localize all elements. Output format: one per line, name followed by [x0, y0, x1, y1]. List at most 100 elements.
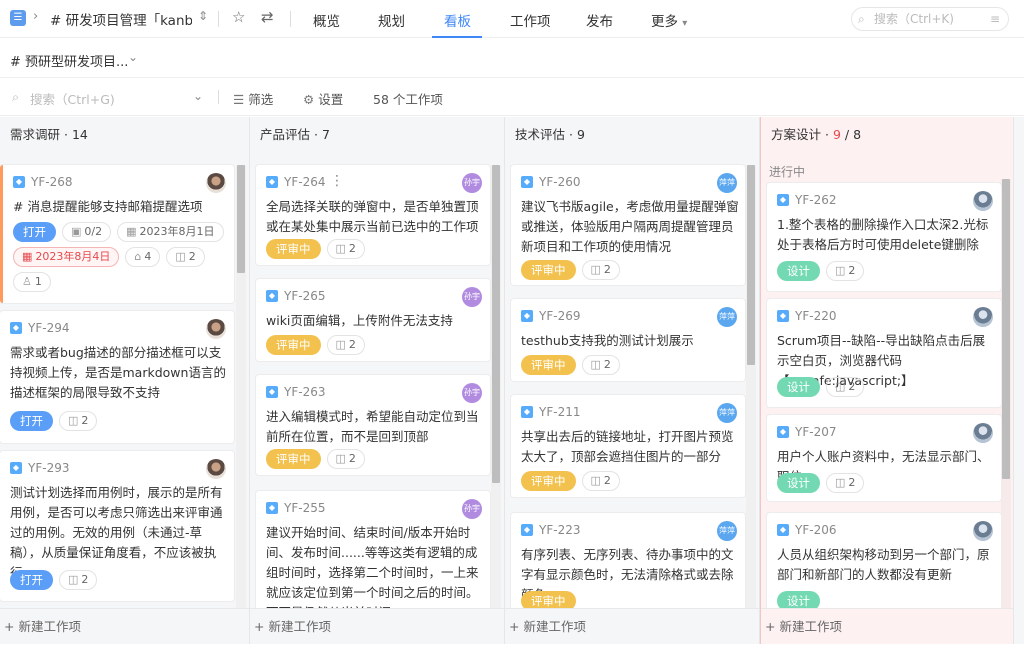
status-badge[interactable]: 评审中 — [266, 335, 321, 355]
scrollbar-thumb[interactable] — [1002, 179, 1010, 479]
comments-chip[interactable]: ◫ 2 — [826, 377, 865, 397]
avatar[interactable]: 孙宇 — [462, 287, 482, 307]
add-item-button[interactable]: + 新建工作项 — [0, 608, 249, 644]
avatar[interactable]: 萍萍 — [717, 521, 737, 541]
status-badge[interactable]: 设计 — [777, 377, 820, 397]
work-item-card[interactable]: ◆ YF-255 孙宇 建议开始时间、结束时间/版本开始时间、发布时间......… — [256, 491, 490, 608]
board-search-input[interactable]: ⌕ 搜索（Ctrl+G) — [12, 89, 115, 108]
tab-more[interactable]: 更多 ▾ — [651, 10, 687, 30]
subtask-chip[interactable]: ▣ 0/2 — [62, 222, 112, 242]
work-item-card[interactable]: ◆ YF-260 萍萍 建议飞书版agile，考虑做用量提醒弹窗或推送，体验版用户… — [511, 165, 745, 285]
work-item-card[interactable]: ◆ YF-206 人员从组织架构移动到另一个部门，原部门和新部门的人数都没有更新 … — [767, 513, 1001, 608]
column-scrollbar[interactable] — [236, 165, 246, 608]
comments-chip[interactable]: ◫ 2 — [166, 247, 205, 267]
status-badge[interactable]: 设计 — [777, 261, 820, 281]
status-badge[interactable]: 评审中 — [521, 471, 576, 491]
work-item-card[interactable]: ◆ YF-223 萍萍 有序列表、无序列表、待办事项中的文字有显示颜色时，无法清除… — [511, 513, 745, 608]
view-name[interactable]: # 预研型研发项目... — [10, 51, 128, 70]
item-id-text: YF-260 — [539, 175, 581, 189]
chevron-right-icon[interactable]: › — [33, 9, 38, 24]
tab-overview[interactable]: 概览 — [313, 10, 340, 30]
tab-kanban[interactable]: 看板 — [444, 10, 471, 30]
assignees-chip[interactable]: ♙ 1 — [13, 272, 51, 292]
column-scrollbar[interactable] — [746, 165, 756, 608]
tab-planning[interactable]: 规划 — [378, 10, 405, 30]
avatar[interactable] — [973, 307, 993, 327]
work-item-card[interactable]: ◆ YF-220 Scrum项目--缺陷--导出缺陷点击后展示空白页，浏览器代码【… — [767, 299, 1001, 407]
chevron-down-icon[interactable]: ⌄ — [193, 89, 203, 103]
comments-chip[interactable]: ◫ 2 — [326, 239, 365, 259]
comments-chip[interactable]: ◫ 2 — [326, 449, 365, 469]
comments-chip[interactable]: ◫ 2 — [826, 261, 865, 281]
work-item-card[interactable]: ◆YF-207 用户个人账户资料中，无法显示部门、职位 设计 ◫2 — [767, 415, 1001, 501]
comments-chip[interactable]: ◫ 2 — [59, 570, 98, 590]
add-item-button[interactable]: + 新建工作项 — [761, 608, 1013, 644]
avatar[interactable]: 萍萍 — [717, 307, 737, 327]
tab-release[interactable]: 发布 — [586, 10, 613, 30]
start-date-chip[interactable]: ▦ 2023年8月1日 — [117, 222, 224, 242]
filter-button[interactable]: ☰ 筛选 — [233, 89, 273, 108]
tab-work-items[interactable]: 工作项 — [510, 10, 551, 30]
chevron-down-icon[interactable]: ⌄ — [128, 50, 138, 64]
work-item-card[interactable]: ◆ YF-211 萍萍 共享出去后的链接地址，打开图片预览太大了，顶部会遮挡住图片… — [511, 395, 745, 497]
column-scrollbar[interactable] — [491, 165, 501, 608]
app-icon[interactable]: ☰ — [10, 10, 26, 26]
work-item-card[interactable]: ◆ YF-263 孙宇 进入编辑模式时，希望能自动定位到当前所在位置，而不是回到顶… — [256, 375, 490, 475]
work-item-card[interactable]: ◆ YF-268 # 消息提醒能够支持邮箱提醒选项 打开 ▣ 0/2 ▦ 2023年8… — [0, 165, 234, 303]
work-item-card[interactable]: ◆ YF-262 1.整个表格的删除操作入口太深2.光标处于表格后方时可使用del… — [767, 183, 1001, 291]
avatar[interactable]: 孙宇 — [462, 383, 482, 403]
comments-chip[interactable]: ◫ 2 — [59, 411, 98, 431]
scrollbar-thumb[interactable] — [747, 165, 755, 365]
column-body: ◆ YF-268 # 消息提醒能够支持邮箱提醒选项 打开 ▣ 0/2 ▦ 2023年8… — [0, 153, 249, 608]
item-id-text: YF-207 — [795, 425, 837, 439]
status-badge[interactable]: 评审中 — [521, 260, 576, 280]
due-date-chip[interactable]: ▦ 2023年8月4日 — [13, 247, 120, 267]
item-id-text: YF-263 — [284, 385, 326, 399]
project-title[interactable]: # 研发项目管理「kanb... — [50, 9, 192, 29]
avatar[interactable]: 萍萍 — [717, 173, 737, 193]
sort-icon[interactable]: ⇕ — [198, 9, 208, 23]
avatar[interactable]: 孙宇 — [462, 173, 482, 193]
settings-button[interactable]: ⚙ 设置 — [303, 89, 343, 108]
comments-chip[interactable]: ◫ 2 — [581, 260, 620, 280]
status-badge[interactable]: 评审中 — [521, 591, 576, 608]
status-badge[interactable]: 打开 — [13, 222, 56, 242]
links-chip[interactable]: ⌂ 4 — [125, 247, 161, 267]
scrollbar-thumb[interactable] — [237, 165, 245, 273]
comments-chip[interactable]: ◫ 2 — [826, 473, 865, 493]
status-badge[interactable]: 评审中 — [266, 449, 321, 469]
work-item-card[interactable]: ◆ YF-265 孙宇 wiki页面编辑，上传附件无法支持 评审中 ◫ 2 — [256, 279, 490, 361]
star-icon[interactable]: ☆ — [232, 8, 245, 26]
global-search-input[interactable]: ⌕ 搜索（Ctrl+K) ≡ — [851, 7, 1009, 31]
work-item-card[interactable]: ◆ YF-293 测试计划选择而用例时，展示的是所有用例，是否可以考虑只筛选出来评… — [0, 451, 234, 601]
status-badge[interactable]: 设计 — [777, 473, 820, 493]
filter-icon[interactable]: ≡ — [990, 8, 1000, 30]
work-item-card[interactable]: ◆ YF-269 萍萍 testhub支持我的测试计划展示 评审中 ◫ 2 — [511, 299, 745, 381]
add-item-button[interactable]: + 新建工作项 — [250, 608, 504, 644]
item-meta: 评审中 ◫ 2 — [521, 471, 620, 491]
avatar[interactable] — [973, 191, 993, 211]
avatar[interactable] — [206, 319, 226, 339]
status-badge[interactable]: 打开 — [10, 411, 53, 431]
status-badge[interactable]: 评审中 — [266, 239, 321, 259]
avatar[interactable]: 孙宇 — [462, 499, 482, 519]
work-item-card[interactable]: ◆ YF-294 需求或者bug描述的部分描述框可以支持视频上传，是否是markd… — [0, 311, 234, 443]
status-badge[interactable]: 设计 — [777, 591, 820, 608]
comment-count: 2 — [603, 358, 611, 371]
status-badge[interactable]: 打开 — [10, 570, 53, 590]
scrollbar-thumb[interactable] — [492, 165, 500, 483]
comments-chip[interactable]: ◫ 2 — [581, 355, 620, 375]
avatar[interactable] — [973, 423, 993, 443]
status-badge[interactable]: 评审中 — [521, 355, 576, 375]
swap-icon[interactable]: ⇄ — [261, 8, 274, 26]
work-item-card[interactable]: ◆ YF-264 ⋮ 孙宇 全局选择关联的弹窗中，是否单独置顶或在某处集中展示当前… — [256, 165, 490, 265]
comments-chip[interactable]: ◫ 2 — [326, 335, 365, 355]
avatar[interactable] — [973, 521, 993, 541]
avatar[interactable]: 萍萍 — [717, 403, 737, 423]
column-scrollbar[interactable] — [1001, 179, 1011, 608]
add-item-button[interactable]: + 新建工作项 — [505, 608, 759, 644]
avatar[interactable] — [206, 173, 226, 193]
avatar[interactable] — [206, 459, 226, 479]
more-options-icon[interactable]: ⋮ — [330, 173, 344, 189]
comments-chip[interactable]: ◫ 2 — [581, 471, 620, 491]
